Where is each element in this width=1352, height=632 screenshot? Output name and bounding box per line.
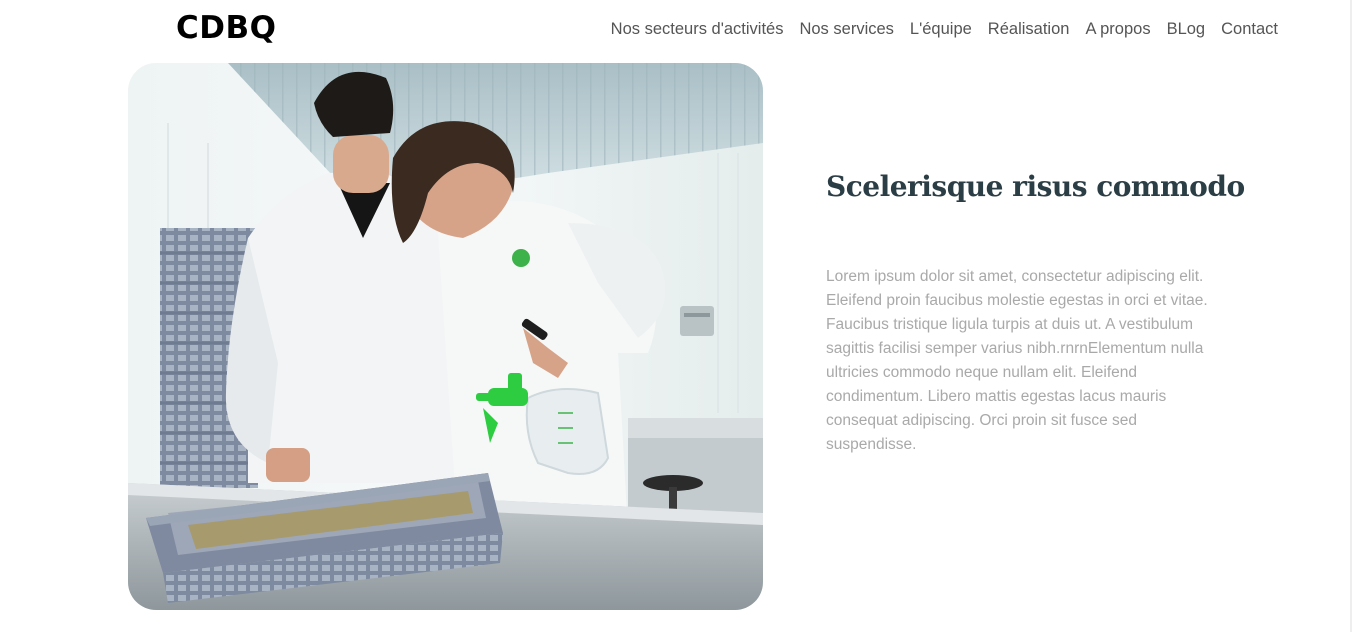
- main-nav: Nos secteurs d'activités Nos services L'…: [611, 20, 1278, 39]
- section-body: Lorem ipsum dolor sit amet, consectetur …: [826, 268, 1208, 453]
- nav-link-realisation[interactable]: Réalisation: [988, 20, 1070, 39]
- site-logo[interactable]: CDBQ: [176, 10, 276, 46]
- lab-photo: [128, 63, 763, 610]
- nav-link-services[interactable]: Nos services: [799, 20, 893, 39]
- section-title: Scelerisque risus commodo: [826, 170, 1245, 203]
- nav-link-equipe[interactable]: L'équipe: [910, 20, 972, 39]
- lab-photo-illustration: [128, 63, 763, 610]
- content-section: Scelerisque risus commodo Lorem ipsum do…: [826, 170, 1245, 457]
- nav-link-secteurs[interactable]: Nos secteurs d'activités: [611, 20, 784, 39]
- nav-link-blog[interactable]: BLog: [1167, 20, 1206, 39]
- nav-link-a-propos[interactable]: A propos: [1085, 20, 1150, 39]
- site-header: CDBQ Nos secteurs d'activités Nos servic…: [0, 0, 1352, 62]
- nav-link-contact[interactable]: Contact: [1221, 20, 1278, 39]
